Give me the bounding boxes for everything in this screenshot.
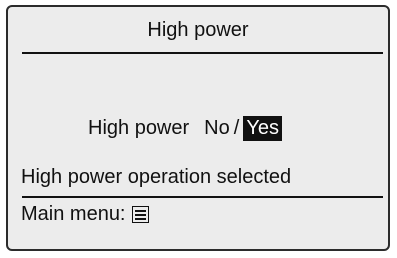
menu-icon[interactable] bbox=[131, 206, 149, 223]
title-divider bbox=[22, 52, 383, 54]
main-menu-label: Main menu: bbox=[21, 203, 126, 225]
screen-title: High power bbox=[147, 19, 249, 41]
footer: Main menu: bbox=[21, 203, 149, 226]
option-no[interactable]: No bbox=[204, 117, 230, 140]
option-yes[interactable]: Yes bbox=[243, 116, 282, 141]
footer-divider bbox=[22, 196, 383, 198]
high-power-setting: High power No / Yes bbox=[88, 115, 282, 142]
lcd-screen: High power High power No / Yes High powe… bbox=[6, 5, 390, 251]
status-message: High power operation selected bbox=[21, 166, 292, 188]
setting-label: High power bbox=[88, 117, 190, 139]
option-separator: / bbox=[233, 117, 240, 139]
